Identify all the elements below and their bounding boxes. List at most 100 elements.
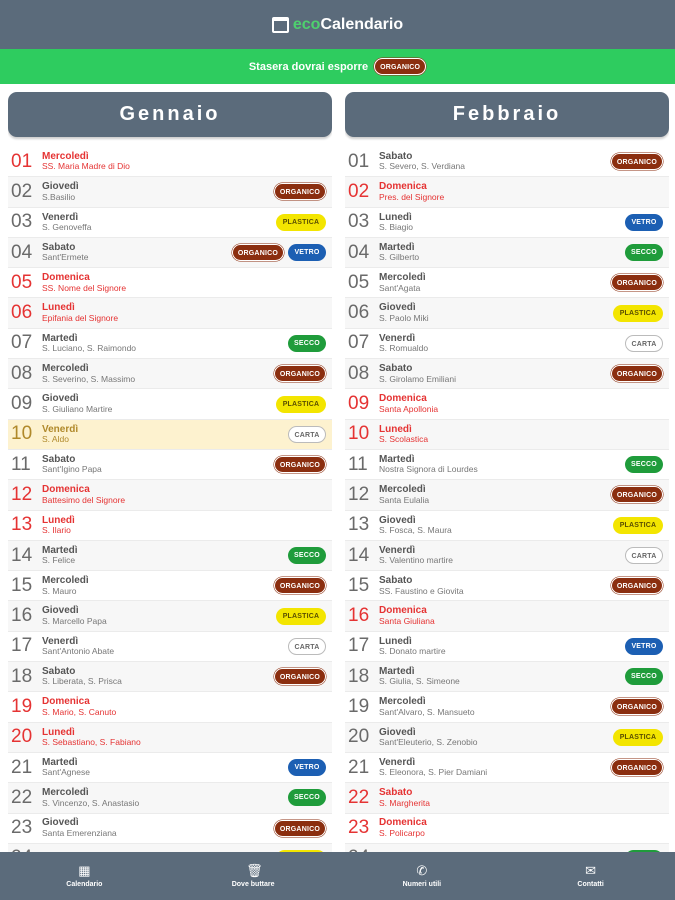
waste-badge-secco: SECCO xyxy=(625,456,663,474)
day-row[interactable]: 23 Domenica S. Policarpo xyxy=(345,814,669,844)
tab-contatti[interactable]: ✉ Contatti xyxy=(506,852,675,900)
day-info: Domenica Santa Apollonia xyxy=(379,394,663,413)
day-row[interactable]: 18 Martedì S. Giulia, S. Simeone SECCO xyxy=(345,662,669,693)
tab-calendario[interactable]: ▦ Calendario xyxy=(0,852,169,900)
day-row[interactable]: 12 Domenica Battesimo del Signore xyxy=(8,480,332,511)
waste-badge-organico: ORGANICO xyxy=(273,819,326,837)
saint-label: S. Sebastiano, S. Fabiano xyxy=(42,737,141,748)
day-row[interactable]: 07 Venerdì S. Romualdo CARTA xyxy=(345,329,669,360)
tab-numeri-utili[interactable]: ✆ Numeri utili xyxy=(338,852,507,900)
day-row[interactable]: 02 Domenica Pres. del Signore xyxy=(345,177,669,208)
day-row[interactable]: 04 Sabato Sant'Ermete ORGANICO VETRO xyxy=(8,237,332,269)
day-row[interactable]: 14 Martedì S. Felice SECCO xyxy=(8,540,332,572)
waste-badges: ORGANICO xyxy=(273,365,332,383)
month-column-febbraio[interactable]: Febbraio 01 Sabato S. Severo, S. Verdiana O… xyxy=(345,92,669,852)
waste-badges: CARTA xyxy=(288,637,332,655)
waste-badge-vetro: VETRO xyxy=(625,637,663,655)
waste-badge-secco: SECCO xyxy=(288,789,326,807)
day-number: 13 xyxy=(348,514,370,536)
day-row[interactable]: 09 Domenica Santa Apollonia xyxy=(345,389,669,420)
day-number: 01 xyxy=(11,150,33,172)
day-info: Sabato Sant'Igino Papa xyxy=(42,454,274,474)
day-row[interactable]: 17 Venerdì Sant'Antonio Abate CARTA xyxy=(8,632,332,663)
day-row[interactable]: 11 Martedì Nostra Signora di Lourdes SECCO xyxy=(345,450,669,481)
day-row[interactable]: 02 Giovedì S.Basilio ORGANICO xyxy=(8,177,332,208)
waste-badges: PLASTICA xyxy=(613,516,669,534)
day-row[interactable]: 22 Sabato S. Margherita xyxy=(345,783,669,814)
day-row[interactable]: 19 Mercoledì Sant'Alvaro, S. Mansueto ORGAN… xyxy=(345,692,669,723)
day-info: Giovedì Santa Emerenziana xyxy=(42,818,274,837)
saint-label: Sant'Ermete xyxy=(42,252,89,263)
banner-badge-organico: ORGANICO xyxy=(374,58,427,75)
waste-badges: ORGANICO xyxy=(610,274,669,292)
day-row[interactable]: 16 Giovedì S. Marcello Papa PLASTICA xyxy=(8,601,332,632)
day-row[interactable]: 23 Giovedì Santa Emerenziana ORGANICO xyxy=(8,814,332,844)
day-row[interactable]: 07 Martedì S. Luciano, S. Raimondo SECCO xyxy=(8,329,332,360)
tonight-banner: Stasera dovrai esporre ORGANICO xyxy=(0,49,675,84)
day-row[interactable]: 03 Lunedì S. Biagio VETRO xyxy=(345,208,669,238)
day-info: Mercoledì SS. Maria Madre di Dio xyxy=(42,151,326,172)
saint-label: Battesimo del Signore xyxy=(42,494,126,505)
waste-badges: CARTA xyxy=(288,425,332,443)
day-row[interactable]: 11 Sabato Sant'Igino Papa ORGANICO xyxy=(8,450,332,481)
saint-label: Pres. del Signore xyxy=(379,191,445,202)
day-row[interactable]: 21 Venerdì S. Eleonora, S. Pier Damiani ORG… xyxy=(345,753,669,784)
day-number: 06 xyxy=(348,302,370,324)
day-row[interactable]: 22 Mercoledì S. Vincenzo, S. Anastasio SECC… xyxy=(8,783,332,814)
day-row[interactable]: 01 Sabato S. Severo, S. Verdiana ORGANICO xyxy=(345,147,669,178)
day-row[interactable]: 15 Sabato SS. Faustino e Giovita ORGANICO xyxy=(345,571,669,602)
day-number: 14 xyxy=(348,544,370,566)
saint-label: S. Mario, S. Canuto xyxy=(42,706,117,717)
day-row[interactable]: 06 Giovedì S. Paolo Miki PLASTICA xyxy=(345,298,669,329)
day-info: Lunedì S. Scolastica xyxy=(379,424,663,444)
saint-label: S. Ilario xyxy=(42,525,71,535)
day-row[interactable]: 17 Lunedì S. Donato martire VETRO xyxy=(345,632,669,663)
day-info: Mercoledì S. Severino, S. Massimo xyxy=(42,364,274,383)
saint-label: S. Paolo Miki xyxy=(379,312,429,323)
day-row[interactable]: 15 Mercoledì S. Mauro ORGANICO xyxy=(8,571,332,602)
day-row[interactable]: 09 Giovedì S. Giuliano Martire PLASTICA xyxy=(8,389,332,420)
day-row[interactable]: 05 Mercoledì Sant'Agata ORGANICO xyxy=(345,268,669,299)
day-number: 02 xyxy=(348,180,370,202)
phone-icon: ✆ xyxy=(416,863,428,878)
day-info: Giovedì S. Fosca, S. Maura xyxy=(379,515,613,535)
day-row[interactable]: 13 Lunedì S. Ilario xyxy=(8,511,332,541)
waste-badges: PLASTICA xyxy=(276,607,332,625)
waste-badges: PLASTICA xyxy=(276,395,332,413)
saint-label: S. Romualdo xyxy=(379,343,429,354)
day-row[interactable]: 18 Sabato S. Liberata, S. Prisca ORGANICO xyxy=(8,662,332,693)
day-row[interactable]: 24VenerdìPLASTICA xyxy=(8,843,332,852)
day-row[interactable]: 20 Giovedì Sant'Eleuterio, S. Zenobio PLAST… xyxy=(345,722,669,753)
day-list[interactable]: 01 Mercoledì SS. Maria Madre di Dio 02 Giove… xyxy=(8,147,332,852)
day-row[interactable]: 19 Domenica S. Mario, S. Canuto xyxy=(8,692,332,723)
day-row[interactable]: 01 Mercoledì SS. Maria Madre di Dio xyxy=(8,147,332,178)
day-row[interactable]: 21 Martedì Sant'Agnese VETRO xyxy=(8,753,332,784)
day-row[interactable]: 06 Lunedì Epifania del Signore xyxy=(8,298,332,329)
day-row[interactable]: 16 Domenica Santa Giuliana xyxy=(345,601,669,632)
waste-badges: ORGANICO xyxy=(610,486,669,504)
month-column-gennaio[interactable]: Gennaio 01 Mercoledì SS. Maria Madre di Di… xyxy=(8,92,332,852)
day-list[interactable]: 01 Sabato S. Severo, S. Verdiana ORGANICO 02… xyxy=(345,147,669,852)
day-row[interactable]: 24LunedìSECCO xyxy=(345,843,669,852)
day-row[interactable]: 08 Mercoledì S. Severino, S. Massimo ORGANI… xyxy=(8,359,332,390)
day-number: 18 xyxy=(348,665,370,687)
day-number: 12 xyxy=(11,483,33,505)
day-row[interactable]: 10 Lunedì S. Scolastica xyxy=(345,419,669,450)
day-row[interactable]: 20 Lunedì S. Sebastiano, S. Fabiano xyxy=(8,722,332,753)
day-row[interactable]: 04 Martedì S. Gilberto SECCO xyxy=(345,237,669,269)
waste-badge-vetro: VETRO xyxy=(288,759,326,777)
waste-badges: ORGANICO xyxy=(610,759,669,777)
day-row[interactable]: 08 Sabato S. Girolamo Emiliani ORGANICO xyxy=(345,359,669,390)
saint-label: S. Vincenzo, S. Anastasio xyxy=(42,797,140,808)
day-row[interactable]: 05 Domenica SS. Nome del Signore xyxy=(8,268,332,299)
saint-label: S. Marcello Papa xyxy=(42,615,107,626)
calendar-logo-icon xyxy=(271,16,289,33)
saint-label: SS. Maria Madre di Dio xyxy=(42,161,130,172)
day-row[interactable]: 13 Giovedì S. Fosca, S. Maura PLASTICA xyxy=(345,511,669,541)
day-row[interactable]: 14 Venerdì S. Valentino martire CARTA xyxy=(345,540,669,572)
day-row[interactable]: 10 Venerdì S. Aldo CARTA xyxy=(8,419,332,450)
tab-dove-buttare[interactable]: 🗑 Dove buttare xyxy=(169,852,338,900)
day-number: 23 xyxy=(11,817,33,839)
day-row[interactable]: 12 Mercoledì Santa Eulalia ORGANICO xyxy=(345,480,669,511)
day-row[interactable]: 03 Venerdì S. Genoveffa PLASTICA xyxy=(8,208,332,238)
